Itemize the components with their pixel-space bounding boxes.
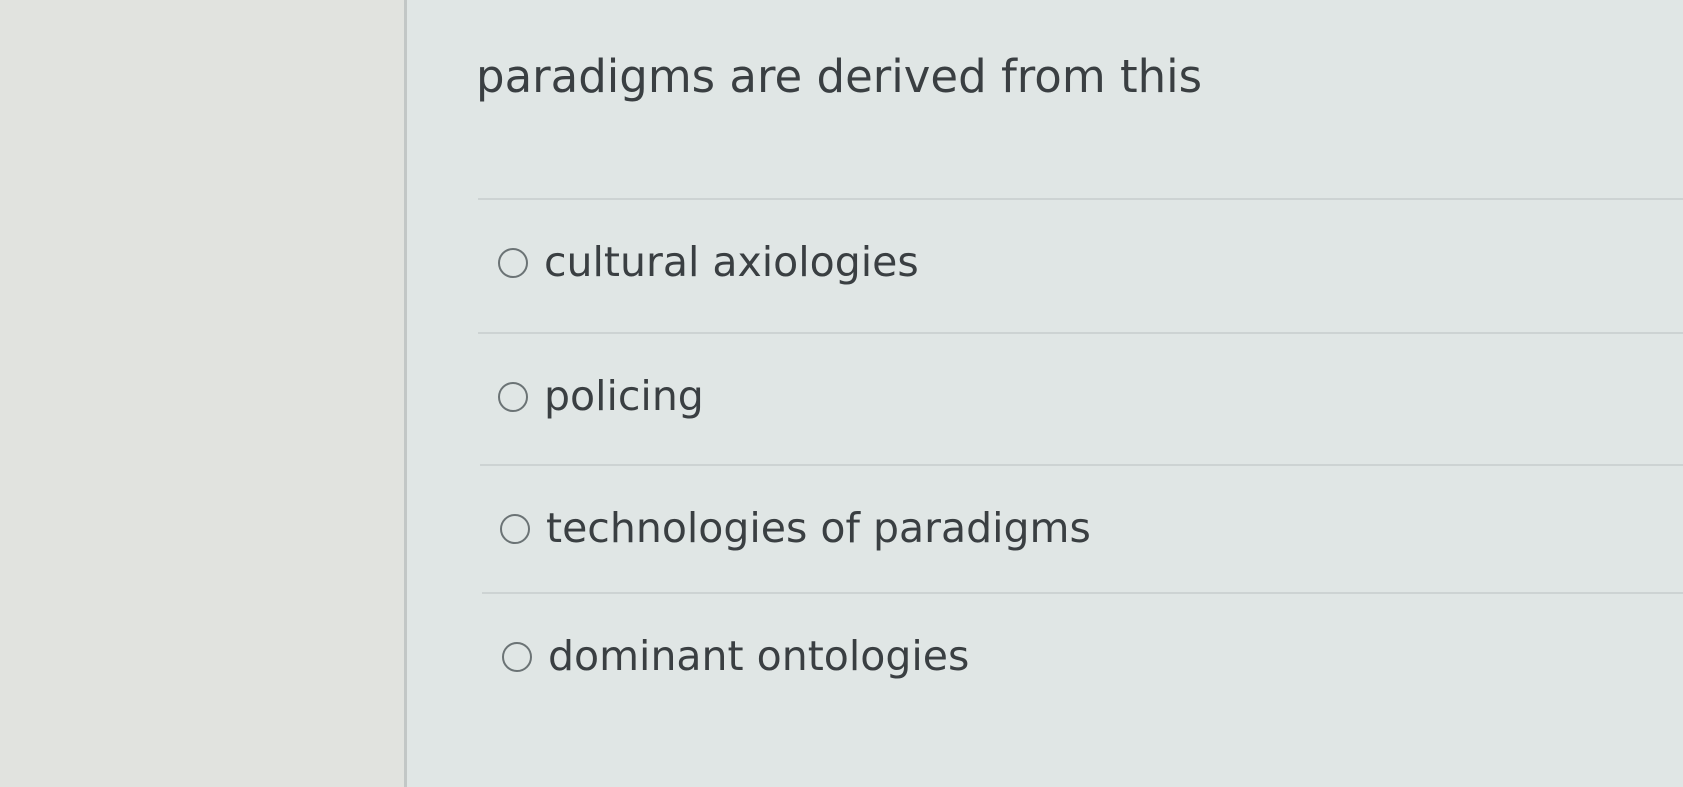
answer-option-1[interactable]: cultural axiologies bbox=[478, 218, 1683, 308]
radio-button[interactable] bbox=[502, 642, 532, 672]
option-label: cultural axiologies bbox=[544, 238, 919, 286]
separator bbox=[478, 332, 1683, 334]
radio-button[interactable] bbox=[500, 514, 530, 544]
answer-option-2[interactable]: policing bbox=[478, 352, 1683, 442]
option-label: policing bbox=[544, 372, 704, 420]
option-label: technologies of paradigms bbox=[546, 504, 1091, 552]
separator bbox=[482, 592, 1683, 594]
answer-option-3[interactable]: technologies of paradigms bbox=[480, 484, 1683, 574]
option-label: dominant ontologies bbox=[548, 632, 970, 680]
separator bbox=[480, 464, 1683, 466]
radio-button[interactable] bbox=[498, 382, 528, 412]
separator bbox=[478, 198, 1683, 200]
radio-button[interactable] bbox=[498, 248, 528, 278]
answer-option-4[interactable]: dominant ontologies bbox=[482, 612, 1683, 702]
left-panel bbox=[0, 0, 414, 787]
question-text: paradigms are derived from this bbox=[476, 50, 1203, 103]
